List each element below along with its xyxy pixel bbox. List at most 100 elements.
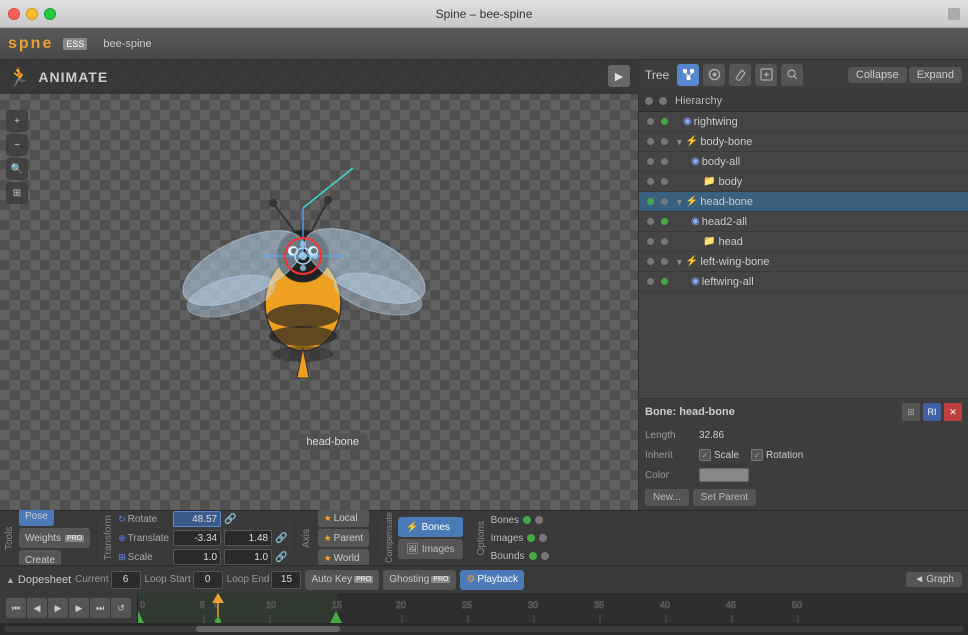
bones-btn[interactable]: ⚡ Bones (398, 517, 463, 537)
new-button[interactable]: New... (645, 489, 689, 506)
visibility-dot[interactable] (643, 218, 657, 225)
tree-filter-btn[interactable] (703, 64, 725, 86)
divider (96, 518, 97, 558)
delete-btn[interactable]: ✕ (944, 403, 962, 421)
visibility-dot[interactable] (643, 198, 657, 205)
ghosting-btn[interactable]: Ghosting PRO (383, 570, 456, 590)
set-parent-button[interactable]: Set Parent (693, 489, 756, 506)
active-dot[interactable] (657, 258, 671, 265)
translate-x-input[interactable] (173, 530, 221, 546)
tree-hierarchy-btn[interactable] (677, 64, 699, 86)
scroll-track[interactable] (4, 626, 964, 632)
close-button[interactable] (8, 8, 20, 20)
copy-btn[interactable]: ⊞ (902, 403, 920, 421)
scrollbar[interactable] (0, 623, 968, 635)
resize-button[interactable] (948, 8, 960, 20)
collapse-arrow[interactable]: ▼ (675, 257, 684, 267)
tree-item[interactable]: ◉ head2-all (639, 212, 968, 232)
active-dot[interactable] (657, 278, 671, 285)
tree-item[interactable]: 📁 body (639, 172, 968, 192)
active-dot[interactable] (657, 218, 671, 225)
tree-item[interactable]: ◉ body-all (639, 152, 968, 172)
current-input[interactable] (111, 571, 141, 589)
images-vis-dot[interactable] (527, 534, 535, 542)
visibility-dot[interactable] (643, 238, 657, 245)
collapse-btn[interactable]: Collapse (848, 67, 907, 83)
maximize-button[interactable] (44, 8, 56, 20)
playback-btn[interactable]: ⚙ Playback (460, 570, 524, 590)
zoom-tool[interactable]: 🔍 (6, 158, 28, 180)
visibility-dot[interactable] (643, 138, 657, 145)
loop-start-input[interactable] (193, 571, 223, 589)
color-swatch[interactable] (699, 468, 749, 482)
dopesheet-arrow[interactable]: ▲ (6, 575, 15, 585)
skip-end-btn[interactable]: ⏭ (90, 598, 110, 618)
bounds-lock-dot[interactable] (541, 552, 549, 560)
dot (661, 158, 668, 165)
add-tool[interactable]: + (6, 110, 28, 132)
tree-item[interactable]: ◉ leftwing-all (639, 272, 968, 292)
images-lock-dot[interactable] (539, 534, 547, 542)
expand-btn[interactable]: Expand (909, 67, 962, 83)
local-btn[interactable]: ★ Local (318, 509, 370, 527)
rotation-check[interactable]: Rotation (751, 449, 803, 461)
translate-y-input[interactable] (224, 530, 272, 546)
bone-properties: Bone: head-bone ⊞ RI ✕ Length 32.86 Inhe… (639, 398, 968, 510)
visibility-dot[interactable] (643, 178, 657, 185)
visibility-dot[interactable] (643, 118, 657, 125)
scale-checkbox[interactable] (699, 449, 711, 461)
rotation-checkbox[interactable] (751, 449, 763, 461)
prev-frame-btn[interactable]: ◀ (27, 598, 47, 618)
scale-row: ⊞ Scale 🔗 (118, 548, 287, 566)
viewport[interactable]: 🏃 ANIMATE ▶ + − 🔍 ⊞ (0, 60, 638, 510)
transform-label: Transform (103, 515, 114, 560)
active-dot[interactable] (657, 178, 671, 185)
tree-item[interactable]: 📁 head (639, 232, 968, 252)
bounds-vis-dot[interactable] (529, 552, 537, 560)
weights-button[interactable]: Weights (19, 528, 90, 548)
tree-edit-btn[interactable] (729, 64, 751, 86)
active-dot[interactable] (657, 238, 671, 245)
collapse-arrow[interactable]: ▼ (675, 137, 684, 147)
subtract-tool[interactable]: − (6, 134, 28, 156)
play-button[interactable]: ▶ (608, 65, 630, 87)
tree-search-btn[interactable] (781, 64, 803, 86)
loop-btn[interactable]: ↺ (111, 598, 131, 618)
scale-y-input[interactable] (224, 549, 272, 565)
scale-x-input[interactable] (173, 549, 221, 565)
scale-check[interactable]: Scale (699, 449, 739, 461)
visibility-dot[interactable] (643, 258, 657, 265)
active-dot[interactable] (657, 198, 671, 205)
visibility-dot[interactable] (643, 158, 657, 165)
active-dot[interactable] (657, 118, 671, 125)
tree-item[interactable]: ▼ ⚡ left-wing-bone (639, 252, 968, 272)
images-option: Images (491, 530, 549, 546)
active-dot[interactable] (657, 138, 671, 145)
svg-text:30: 30 (528, 600, 538, 610)
tree-list[interactable]: ◉ rightwing ▼ ⚡ body-bone ◉ (639, 112, 968, 398)
timeline-ruler[interactable]: 0 5 6 10 15 20 25 30 35 40 45 50 (138, 593, 968, 623)
scroll-thumb[interactable] (196, 626, 340, 632)
visibility-dot[interactable] (643, 278, 657, 285)
next-frame-btn[interactable]: ▶ (69, 598, 89, 618)
rotate-input[interactable] (173, 511, 221, 527)
graph-btn[interactable]: ◄ Graph (906, 572, 962, 587)
tree-item-selected[interactable]: ▼ ⚡ head-bone (639, 192, 968, 212)
images-btn[interactable]: 🖼 Images (398, 539, 463, 559)
tree-item[interactable]: ▼ ⚡ body-bone (639, 132, 968, 152)
skip-start-btn[interactable]: ⏮ (6, 598, 26, 618)
active-dot[interactable] (657, 158, 671, 165)
parent-btn[interactable]: ★ Parent (318, 529, 370, 547)
loop-end-input[interactable] (271, 571, 301, 589)
tree-item[interactable]: ◉ rightwing (639, 112, 968, 132)
tree-expand-all-btn[interactable] (755, 64, 777, 86)
play-btn[interactable]: ▶ (48, 598, 68, 618)
ri-btn[interactable]: RI (923, 403, 941, 421)
auto-key-btn[interactable]: Auto Key PRO (305, 570, 379, 590)
minimize-button[interactable] (26, 8, 38, 20)
bones-lock-dot[interactable] (535, 516, 543, 524)
bones-vis-dot[interactable] (523, 516, 531, 524)
frame-tool[interactable]: ⊞ (6, 182, 28, 204)
svg-text:20: 20 (396, 600, 406, 610)
collapse-arrow[interactable]: ▼ (675, 197, 684, 207)
